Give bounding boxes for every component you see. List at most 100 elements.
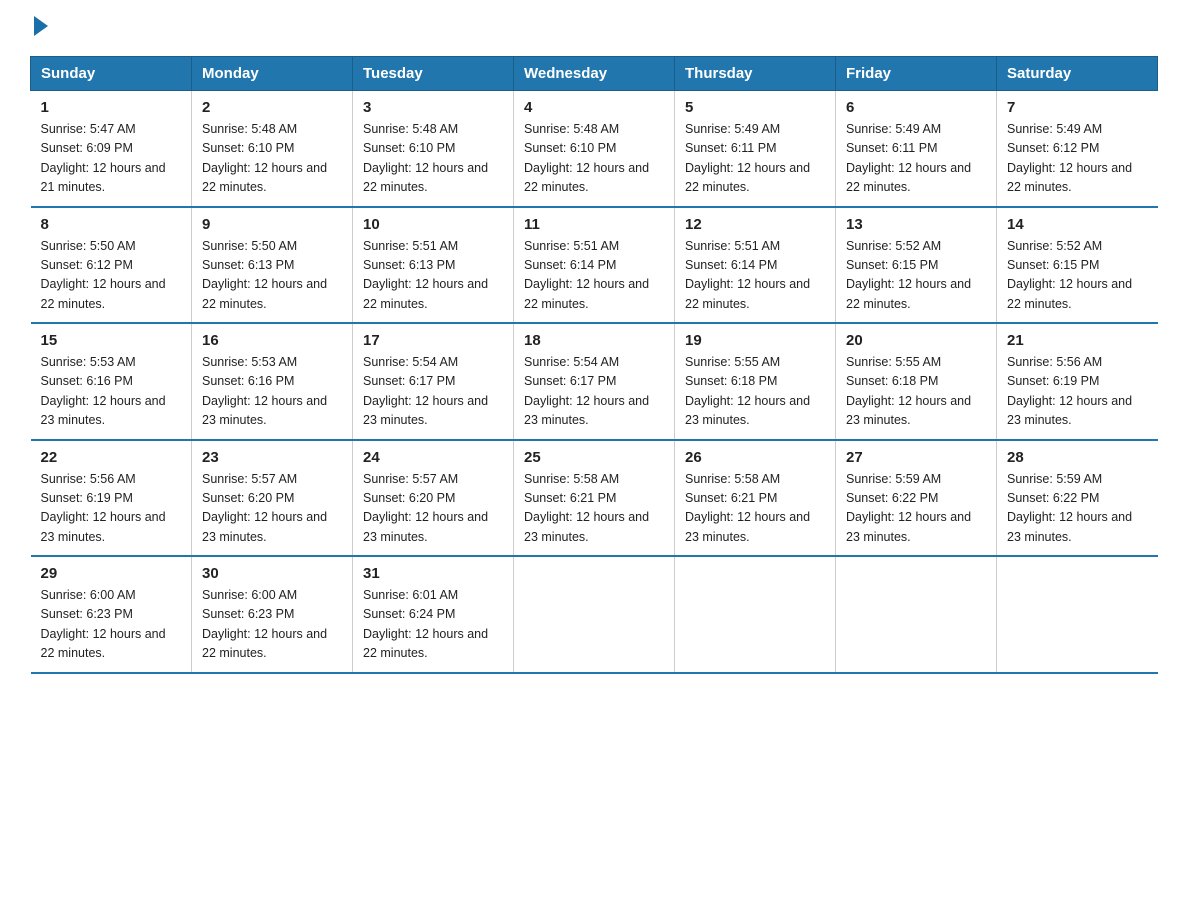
day-number: 5: [685, 99, 825, 116]
day-number: 22: [41, 449, 182, 466]
day-info: Sunrise: 5:51 AMSunset: 6:14 PMDaylight:…: [685, 239, 810, 311]
day-info: Sunrise: 5:55 AMSunset: 6:18 PMDaylight:…: [685, 355, 810, 427]
day-number: 23: [202, 449, 342, 466]
calendar-cell: 13 Sunrise: 5:52 AMSunset: 6:15 PMDaylig…: [836, 207, 997, 324]
calendar-table: SundayMondayTuesdayWednesdayThursdayFrid…: [30, 56, 1158, 674]
day-number: 15: [41, 332, 182, 349]
calendar-cell: 20 Sunrise: 5:55 AMSunset: 6:18 PMDaylig…: [836, 323, 997, 440]
calendar-cell: 1 Sunrise: 5:47 AMSunset: 6:09 PMDayligh…: [31, 91, 192, 207]
calendar-cell: 6 Sunrise: 5:49 AMSunset: 6:11 PMDayligh…: [836, 91, 997, 207]
day-number: 25: [524, 449, 664, 466]
day-info: Sunrise: 5:53 AMSunset: 6:16 PMDaylight:…: [202, 355, 327, 427]
calendar-header-row: SundayMondayTuesdayWednesdayThursdayFrid…: [31, 57, 1158, 91]
day-info: Sunrise: 5:56 AMSunset: 6:19 PMDaylight:…: [1007, 355, 1132, 427]
col-header-friday: Friday: [836, 57, 997, 91]
col-header-monday: Monday: [192, 57, 353, 91]
calendar-cell: 26 Sunrise: 5:58 AMSunset: 6:21 PMDaylig…: [675, 440, 836, 557]
day-info: Sunrise: 5:54 AMSunset: 6:17 PMDaylight:…: [363, 355, 488, 427]
day-info: Sunrise: 5:52 AMSunset: 6:15 PMDaylight:…: [846, 239, 971, 311]
day-info: Sunrise: 5:51 AMSunset: 6:13 PMDaylight:…: [363, 239, 488, 311]
day-number: 21: [1007, 332, 1148, 349]
col-header-tuesday: Tuesday: [353, 57, 514, 91]
day-info: Sunrise: 5:58 AMSunset: 6:21 PMDaylight:…: [685, 472, 810, 544]
calendar-cell: 7 Sunrise: 5:49 AMSunset: 6:12 PMDayligh…: [997, 91, 1158, 207]
calendar-week-row: 1 Sunrise: 5:47 AMSunset: 6:09 PMDayligh…: [31, 91, 1158, 207]
day-number: 16: [202, 332, 342, 349]
calendar-cell: 18 Sunrise: 5:54 AMSunset: 6:17 PMDaylig…: [514, 323, 675, 440]
col-header-sunday: Sunday: [31, 57, 192, 91]
day-info: Sunrise: 5:49 AMSunset: 6:11 PMDaylight:…: [846, 122, 971, 194]
col-header-saturday: Saturday: [997, 57, 1158, 91]
day-info: Sunrise: 5:48 AMSunset: 6:10 PMDaylight:…: [524, 122, 649, 194]
day-info: Sunrise: 5:58 AMSunset: 6:21 PMDaylight:…: [524, 472, 649, 544]
calendar-cell: 4 Sunrise: 5:48 AMSunset: 6:10 PMDayligh…: [514, 91, 675, 207]
calendar-cell: 23 Sunrise: 5:57 AMSunset: 6:20 PMDaylig…: [192, 440, 353, 557]
calendar-cell: 29 Sunrise: 6:00 AMSunset: 6:23 PMDaylig…: [31, 556, 192, 673]
day-info: Sunrise: 5:59 AMSunset: 6:22 PMDaylight:…: [846, 472, 971, 544]
logo-arrow-icon: [34, 16, 48, 36]
calendar-week-row: 22 Sunrise: 5:56 AMSunset: 6:19 PMDaylig…: [31, 440, 1158, 557]
day-number: 7: [1007, 99, 1148, 116]
day-info: Sunrise: 5:48 AMSunset: 6:10 PMDaylight:…: [363, 122, 488, 194]
day-info: Sunrise: 5:57 AMSunset: 6:20 PMDaylight:…: [363, 472, 488, 544]
calendar-cell: 24 Sunrise: 5:57 AMSunset: 6:20 PMDaylig…: [353, 440, 514, 557]
day-number: 6: [846, 99, 986, 116]
day-info: Sunrise: 5:48 AMSunset: 6:10 PMDaylight:…: [202, 122, 327, 194]
day-info: Sunrise: 5:47 AMSunset: 6:09 PMDaylight:…: [41, 122, 166, 194]
day-info: Sunrise: 5:55 AMSunset: 6:18 PMDaylight:…: [846, 355, 971, 427]
calendar-cell: [675, 556, 836, 673]
day-number: 14: [1007, 216, 1148, 233]
calendar-cell: 27 Sunrise: 5:59 AMSunset: 6:22 PMDaylig…: [836, 440, 997, 557]
calendar-cell: 2 Sunrise: 5:48 AMSunset: 6:10 PMDayligh…: [192, 91, 353, 207]
day-info: Sunrise: 6:01 AMSunset: 6:24 PMDaylight:…: [363, 588, 488, 660]
day-info: Sunrise: 6:00 AMSunset: 6:23 PMDaylight:…: [202, 588, 327, 660]
day-number: 28: [1007, 449, 1148, 466]
calendar-cell: 10 Sunrise: 5:51 AMSunset: 6:13 PMDaylig…: [353, 207, 514, 324]
calendar-cell: [997, 556, 1158, 673]
day-number: 20: [846, 332, 986, 349]
day-info: Sunrise: 5:52 AMSunset: 6:15 PMDaylight:…: [1007, 239, 1132, 311]
day-info: Sunrise: 5:49 AMSunset: 6:12 PMDaylight:…: [1007, 122, 1132, 194]
day-info: Sunrise: 5:49 AMSunset: 6:11 PMDaylight:…: [685, 122, 810, 194]
page-header: [30, 20, 1158, 36]
col-header-wednesday: Wednesday: [514, 57, 675, 91]
day-info: Sunrise: 5:54 AMSunset: 6:17 PMDaylight:…: [524, 355, 649, 427]
day-number: 9: [202, 216, 342, 233]
calendar-cell: 16 Sunrise: 5:53 AMSunset: 6:16 PMDaylig…: [192, 323, 353, 440]
day-number: 3: [363, 99, 503, 116]
calendar-cell: 14 Sunrise: 5:52 AMSunset: 6:15 PMDaylig…: [997, 207, 1158, 324]
logo: [30, 20, 48, 36]
day-number: 30: [202, 565, 342, 582]
day-info: Sunrise: 5:56 AMSunset: 6:19 PMDaylight:…: [41, 472, 166, 544]
calendar-cell: [836, 556, 997, 673]
day-number: 17: [363, 332, 503, 349]
day-info: Sunrise: 5:59 AMSunset: 6:22 PMDaylight:…: [1007, 472, 1132, 544]
calendar-cell: 28 Sunrise: 5:59 AMSunset: 6:22 PMDaylig…: [997, 440, 1158, 557]
day-number: 8: [41, 216, 182, 233]
calendar-cell: 31 Sunrise: 6:01 AMSunset: 6:24 PMDaylig…: [353, 556, 514, 673]
day-info: Sunrise: 5:53 AMSunset: 6:16 PMDaylight:…: [41, 355, 166, 427]
calendar-week-row: 29 Sunrise: 6:00 AMSunset: 6:23 PMDaylig…: [31, 556, 1158, 673]
day-number: 4: [524, 99, 664, 116]
calendar-cell: 25 Sunrise: 5:58 AMSunset: 6:21 PMDaylig…: [514, 440, 675, 557]
day-number: 1: [41, 99, 182, 116]
day-number: 12: [685, 216, 825, 233]
day-info: Sunrise: 5:50 AMSunset: 6:12 PMDaylight:…: [41, 239, 166, 311]
calendar-week-row: 8 Sunrise: 5:50 AMSunset: 6:12 PMDayligh…: [31, 207, 1158, 324]
day-number: 19: [685, 332, 825, 349]
col-header-thursday: Thursday: [675, 57, 836, 91]
day-number: 18: [524, 332, 664, 349]
calendar-cell: 17 Sunrise: 5:54 AMSunset: 6:17 PMDaylig…: [353, 323, 514, 440]
calendar-cell: 5 Sunrise: 5:49 AMSunset: 6:11 PMDayligh…: [675, 91, 836, 207]
day-info: Sunrise: 5:50 AMSunset: 6:13 PMDaylight:…: [202, 239, 327, 311]
calendar-cell: 19 Sunrise: 5:55 AMSunset: 6:18 PMDaylig…: [675, 323, 836, 440]
day-number: 10: [363, 216, 503, 233]
day-number: 27: [846, 449, 986, 466]
day-number: 31: [363, 565, 503, 582]
calendar-cell: 9 Sunrise: 5:50 AMSunset: 6:13 PMDayligh…: [192, 207, 353, 324]
calendar-cell: 21 Sunrise: 5:56 AMSunset: 6:19 PMDaylig…: [997, 323, 1158, 440]
day-number: 24: [363, 449, 503, 466]
day-number: 11: [524, 216, 664, 233]
calendar-cell: 15 Sunrise: 5:53 AMSunset: 6:16 PMDaylig…: [31, 323, 192, 440]
calendar-cell: 30 Sunrise: 6:00 AMSunset: 6:23 PMDaylig…: [192, 556, 353, 673]
